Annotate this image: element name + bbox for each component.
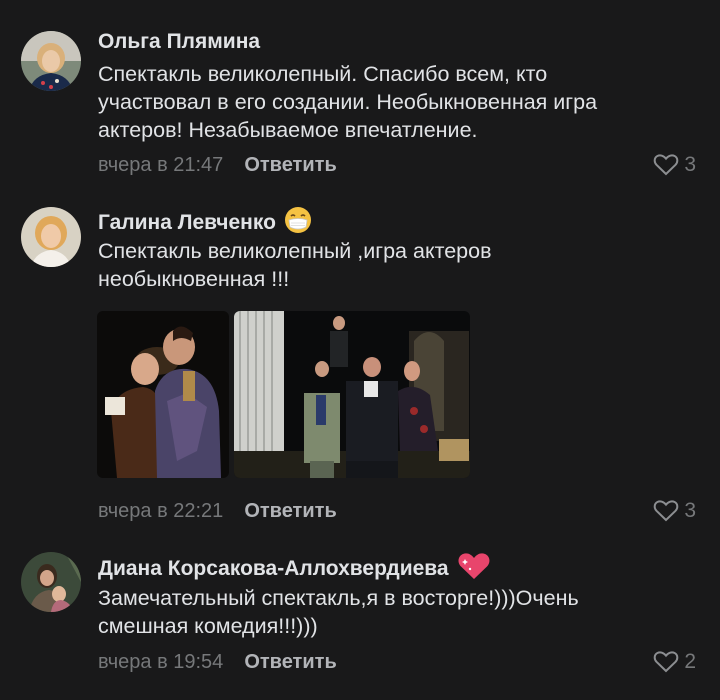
comment-meta: вчера в 19:54 Ответить — [98, 651, 337, 674]
author-name-text[interactable]: Диана Корсакова-Аллохвердиева — [98, 557, 449, 581]
face-with-medical-mask-icon — [284, 206, 312, 240]
author-name-text[interactable]: Галина Левченко — [98, 211, 276, 235]
avatar[interactable] — [21, 552, 81, 612]
comment: Диана Корсакова-Аллохвердиева Замечатель… — [0, 540, 720, 700]
reply-button[interactable]: Ответить — [244, 651, 336, 674]
like-count: 3 — [684, 153, 696, 176]
author-name[interactable]: Диана Корсакова-Аллохвердиева — [98, 551, 491, 587]
like-count: 2 — [684, 650, 696, 673]
comment-text-line: необыкновенная !!! — [98, 267, 290, 291]
timestamp[interactable]: вчера в 22:21 — [98, 500, 223, 523]
heart-outline-icon — [654, 500, 679, 522]
attached-photo[interactable] — [97, 311, 229, 478]
timestamp[interactable]: вчера в 19:54 — [98, 651, 223, 674]
comment-text: Замечательный спектакль,я в восторге!)))… — [98, 584, 698, 640]
comment-text: Спектакль великолепный. Спасибо всем, кт… — [98, 60, 698, 144]
like-button[interactable]: 3 — [653, 153, 696, 177]
comment: Ольга Плямина Спектакль великолепный. Сп… — [0, 0, 720, 190]
reply-button[interactable]: Ответить — [244, 500, 336, 523]
comment-text-line: смешная комедия!!!))) — [98, 614, 318, 638]
attached-photo[interactable] — [234, 311, 470, 478]
sparkling-heart-icon — [457, 551, 491, 587]
like-count: 3 — [684, 499, 696, 522]
comment: Галина Левченко Спектакль великолепный ,… — [0, 190, 720, 540]
comment-text: Спектакль великолепный ,игра актеров нео… — [98, 237, 698, 293]
like-button[interactable]: 3 — [653, 499, 696, 523]
comment-text-line: Спектакль великолепный ,игра актеров — [98, 239, 492, 263]
reply-button[interactable]: Ответить — [244, 154, 336, 177]
like-button[interactable]: 2 — [653, 650, 696, 674]
comment-meta: вчера в 22:21 Ответить — [98, 500, 337, 523]
comment-text-line: участвовал в его создании. Необыкновенна… — [98, 90, 598, 114]
timestamp[interactable]: вчера в 21:47 — [98, 154, 223, 177]
avatar[interactable] — [21, 207, 81, 267]
avatar[interactable] — [21, 31, 81, 91]
heart-outline-icon — [654, 154, 679, 176]
comment-text-line: актеров! Незабываемое впечатление. — [98, 118, 478, 142]
comment-text-line: Спектакль великолепный. Спасибо всем, кт… — [98, 62, 548, 86]
author-name[interactable]: Ольга Плямина — [98, 30, 260, 54]
comment-text-line: Замечательный спектакль,я в восторге!)))… — [98, 586, 579, 610]
author-name-text[interactable]: Ольга Плямина — [98, 30, 260, 54]
author-name[interactable]: Галина Левченко — [98, 206, 312, 240]
comment-meta: вчера в 21:47 Ответить — [98, 154, 337, 177]
heart-outline-icon — [654, 651, 679, 673]
